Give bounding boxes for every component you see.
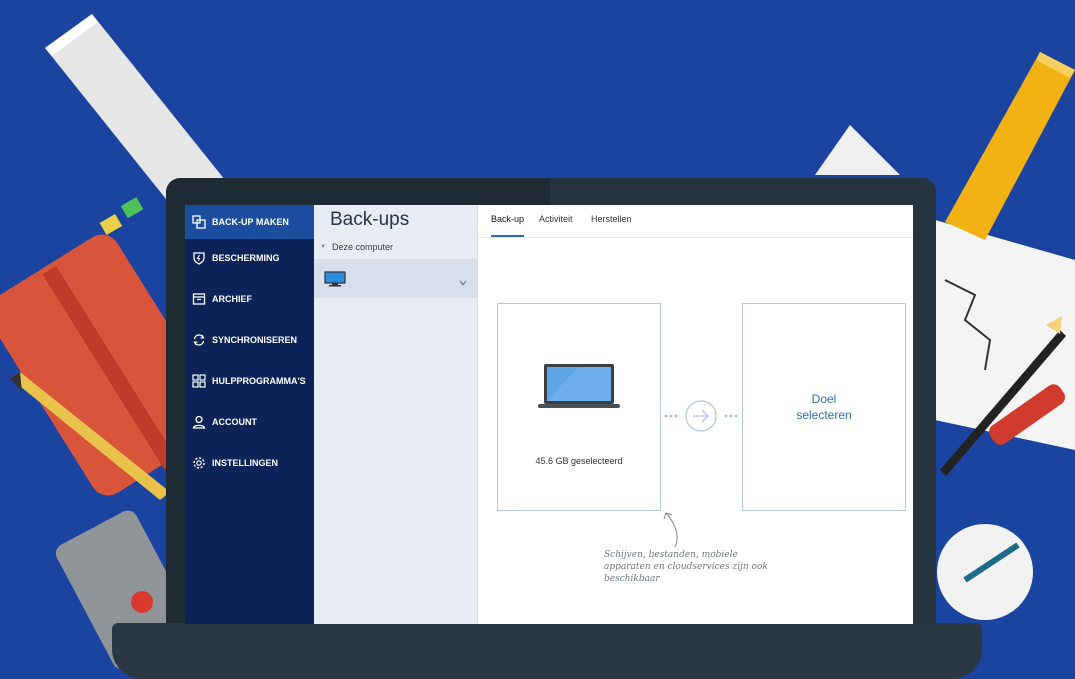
backup-list-item[interactable] — [314, 259, 477, 298]
active-tab-indicator — [491, 235, 524, 237]
laptop-icon — [538, 362, 620, 415]
tab-bar: Back-up Activiteit Herstellen — [477, 205, 913, 238]
chevron-down-icon[interactable] — [459, 273, 467, 291]
group-header[interactable]: ▼ Deze computer — [320, 242, 393, 252]
sidebar-item-back-up-maken[interactable]: BACK-UP MAKEN — [185, 205, 314, 239]
curved-arrow-icon — [661, 509, 683, 554]
source-size-label: 45.6 GB geselecteerd — [535, 456, 623, 466]
sidebar-item-instellingen[interactable]: INSTELLINGEN — [185, 446, 314, 480]
backup-direction-arrow — [663, 399, 739, 438]
sidebar-item-synchroniseren[interactable]: SYNCHRONISEREN — [185, 323, 314, 357]
grid-tools-icon — [185, 374, 212, 388]
copy-icon — [185, 215, 212, 229]
sidebar-item-label: BACK-UP MAKEN — [212, 217, 289, 227]
hint-text: Schijven, bestanden, mobiele apparaten e… — [604, 550, 768, 584]
sidebar-item-hulpprogrammas[interactable]: HULPPROGRAMMA'S — [185, 364, 314, 398]
laptop-base — [112, 623, 982, 679]
gear-icon — [185, 456, 212, 470]
select-destination-card[interactable]: Doel selecteren — [742, 303, 906, 511]
sidebar-item-bescherming[interactable]: BESCHERMING — [185, 241, 314, 275]
shield-icon — [185, 251, 212, 265]
archive-box-icon — [185, 292, 212, 306]
monitor-icon — [324, 271, 346, 292]
sidebar-item-account[interactable]: ACCOUNT — [185, 405, 314, 439]
destination-label: Doel selecteren — [796, 392, 852, 422]
sidebar: BACK-UP MAKEN BESCHERMING ARCHIEF SYNCHR… — [185, 205, 314, 624]
page-title: Back-ups — [330, 209, 410, 230]
sidebar-item-label: ACCOUNT — [212, 417, 257, 427]
sidebar-item-label: BESCHERMING — [212, 253, 280, 263]
sidebar-item-label: SYNCHRONISEREN — [212, 335, 298, 345]
tab-activiteit[interactable]: Activiteit — [539, 214, 573, 224]
backup-source-card[interactable]: 45.6 GB geselecteerd — [497, 303, 661, 511]
sidebar-item-label: ARCHIEF — [212, 294, 252, 304]
app-window: BACK-UP MAKEN BESCHERMING ARCHIEF SYNCHR… — [185, 205, 913, 624]
user-icon — [185, 415, 212, 429]
sync-icon — [185, 333, 212, 347]
main-content: Back-up Activiteit Herstellen 45.6 GB ge… — [477, 205, 913, 624]
caret-down-icon: ▼ — [320, 244, 326, 250]
tab-herstellen[interactable]: Herstellen — [591, 214, 632, 224]
sidebar-item-archief[interactable]: ARCHIEF — [185, 282, 314, 316]
group-label: Deze computer — [331, 242, 393, 252]
sidebar-item-label: INSTELLINGEN — [212, 458, 279, 468]
tab-back-up[interactable]: Back-up — [491, 214, 524, 224]
sidebar-item-label: HULPPROGRAMMA'S — [212, 376, 306, 386]
backups-panel: Back-ups ▼ Deze computer — [314, 205, 478, 624]
